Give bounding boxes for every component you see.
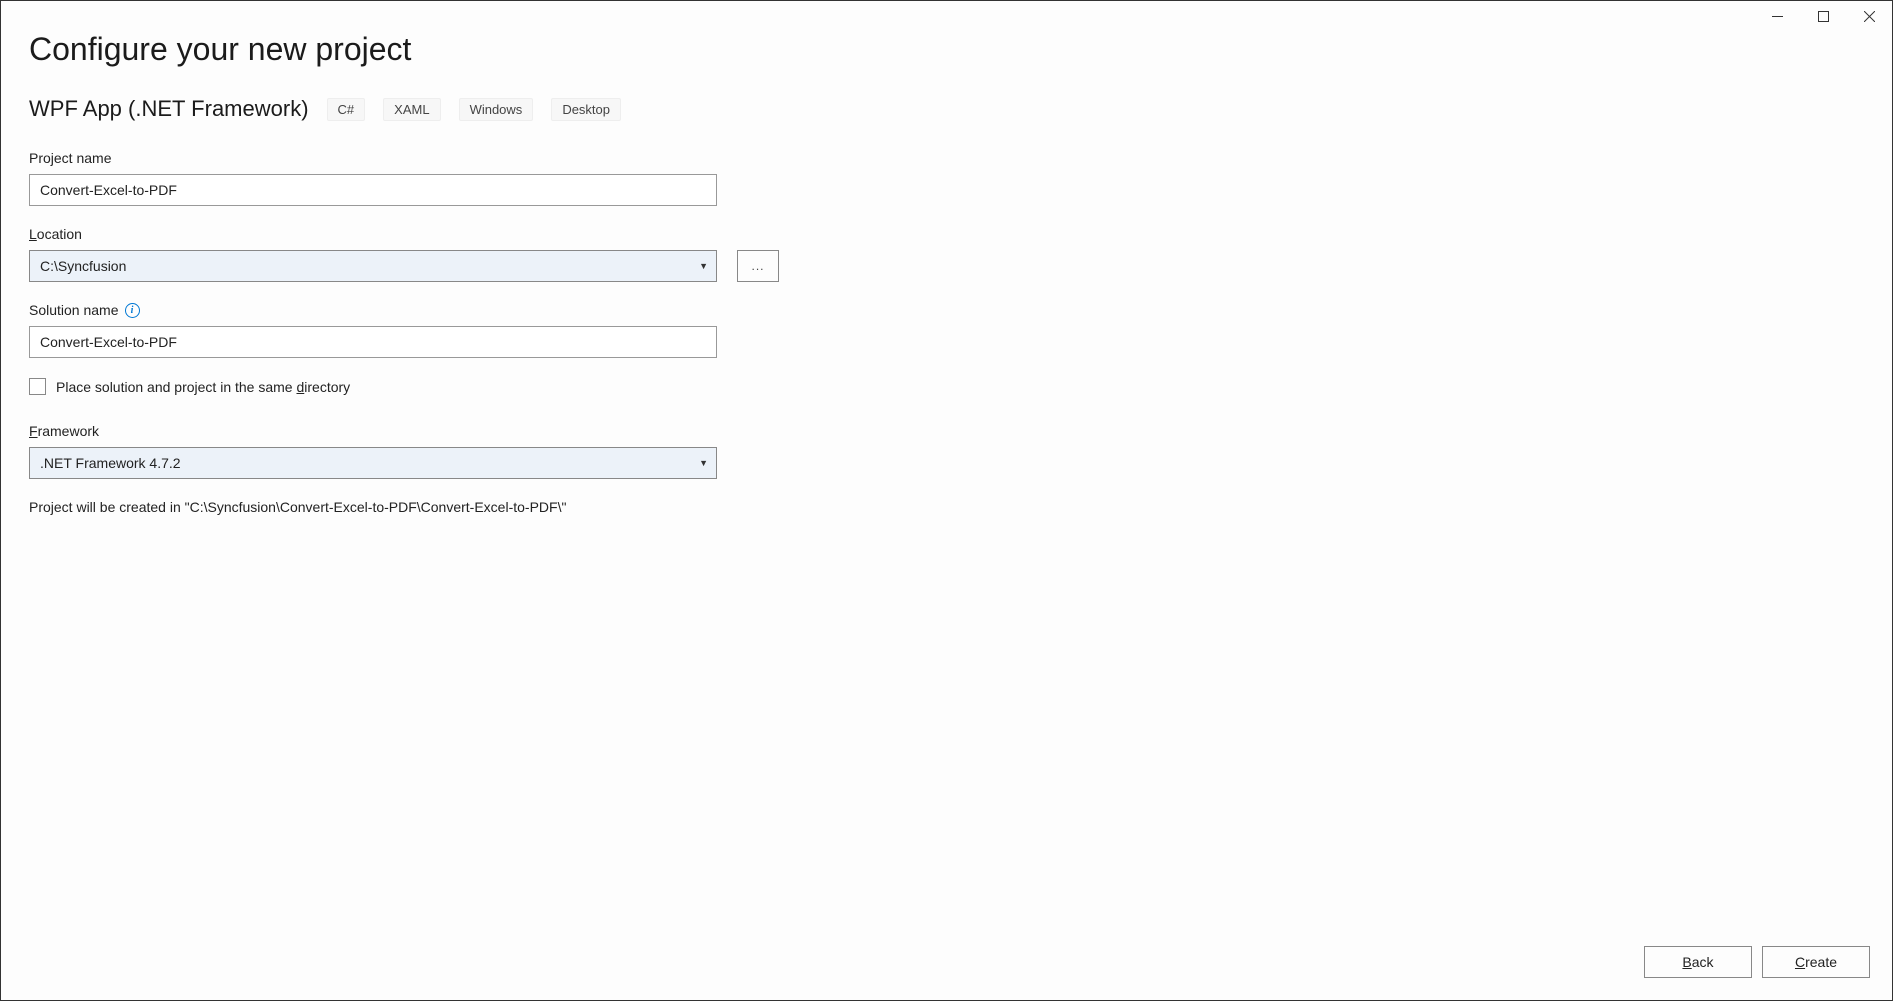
main-content: Configure your new project WPF App (.NET… bbox=[1, 1, 1892, 545]
project-name-label: Project name bbox=[29, 150, 1864, 166]
project-type-name: WPF App (.NET Framework) bbox=[29, 96, 309, 122]
tag-desktop: Desktop bbox=[551, 98, 621, 121]
framework-combo[interactable]: .NET Framework 4.7.2 ▼ bbox=[29, 447, 717, 479]
window-titlebar bbox=[1754, 1, 1892, 31]
info-icon[interactable]: i bbox=[125, 303, 140, 318]
tag-xaml: XAML bbox=[383, 98, 440, 121]
close-button[interactable] bbox=[1846, 1, 1892, 31]
tag-windows: Windows bbox=[459, 98, 534, 121]
location-label: Location bbox=[29, 226, 1864, 242]
page-title: Configure your new project bbox=[29, 31, 1864, 68]
minimize-icon bbox=[1772, 11, 1783, 22]
project-type-row: WPF App (.NET Framework) C# XAML Windows… bbox=[29, 96, 1864, 122]
browse-location-button[interactable]: ... bbox=[737, 250, 779, 282]
project-name-group: Project name bbox=[29, 150, 1864, 206]
same-directory-label: Place solution and project in the same d… bbox=[56, 379, 350, 395]
framework-value: .NET Framework 4.7.2 bbox=[40, 455, 181, 471]
chevron-down-icon: ▼ bbox=[699, 261, 708, 271]
project-name-input[interactable] bbox=[29, 174, 717, 206]
back-button[interactable]: Back bbox=[1644, 946, 1752, 978]
same-directory-row: Place solution and project in the same d… bbox=[29, 378, 1864, 395]
project-path-info: Project will be created in "C:\Syncfusio… bbox=[29, 499, 1864, 515]
solution-name-label: Solution name i bbox=[29, 302, 1864, 318]
location-group: Location C:\Syncfusion ▼ ... bbox=[29, 226, 1864, 282]
same-directory-checkbox[interactable] bbox=[29, 378, 46, 395]
minimize-button[interactable] bbox=[1754, 1, 1800, 31]
framework-group: Framework .NET Framework 4.7.2 ▼ bbox=[29, 423, 1864, 479]
chevron-down-icon: ▼ bbox=[699, 458, 708, 468]
maximize-icon bbox=[1818, 11, 1829, 22]
location-value: C:\Syncfusion bbox=[40, 258, 126, 274]
footer-buttons: Back Create bbox=[1644, 946, 1870, 978]
location-combo[interactable]: C:\Syncfusion ▼ bbox=[29, 250, 717, 282]
close-icon bbox=[1864, 11, 1875, 22]
solution-name-input[interactable] bbox=[29, 326, 717, 358]
solution-name-group: Solution name i bbox=[29, 302, 1864, 358]
maximize-button[interactable] bbox=[1800, 1, 1846, 31]
tag-csharp: C# bbox=[327, 98, 366, 121]
framework-label: Framework bbox=[29, 423, 1864, 439]
create-button[interactable]: Create bbox=[1762, 946, 1870, 978]
